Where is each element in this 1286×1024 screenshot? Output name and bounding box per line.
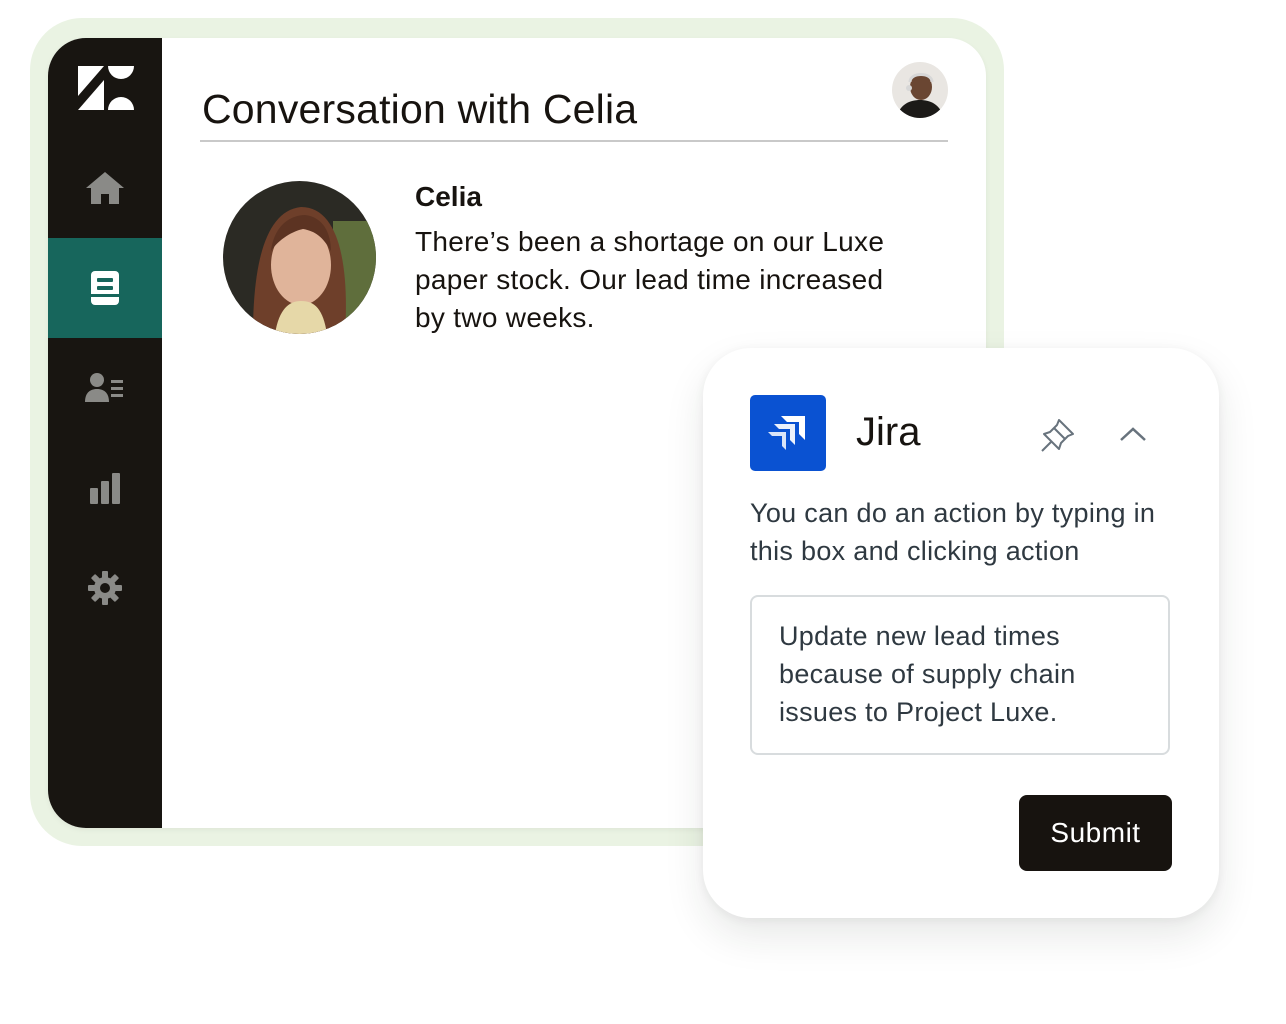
chevron-up-icon[interactable] — [1117, 420, 1149, 448]
stage: Conversation with Celia Celia There’s be… — [0, 0, 1286, 1024]
page-title: Conversation with Celia — [202, 86, 638, 132]
home-icon — [86, 172, 124, 204]
action-textarea-value[interactable]: Update new lead times because of supply … — [779, 617, 1159, 731]
submit-button[interactable]: Submit — [1019, 795, 1172, 871]
nav-item-reporting[interactable] — [48, 438, 162, 538]
jira-help-text: You can do an action by typing in this b… — [750, 498, 1156, 566]
pin-icon[interactable] — [1039, 416, 1077, 454]
tickets-icon — [91, 271, 119, 305]
jira-logo-icon — [750, 395, 826, 471]
conversation-header: Conversation with Celia — [200, 60, 948, 142]
jira-app-panel: Jira You can do an action by typing in t… — [703, 348, 1219, 918]
settings-icon — [88, 571, 122, 605]
message: Celia There’s been a shortage on our Lux… — [223, 181, 923, 341]
customer-avatar[interactable] — [223, 181, 376, 334]
sidebar — [48, 38, 162, 828]
message-text: There’s been a shortage on our Luxe pape… — [415, 226, 885, 333]
agent-avatar-image — [892, 62, 948, 118]
agent-avatar[interactable] — [892, 62, 948, 118]
customer-avatar-image — [223, 181, 376, 334]
nav-item-customers[interactable] — [48, 338, 162, 438]
nav-item-tickets[interactable] — [48, 238, 162, 338]
reporting-icon — [90, 473, 120, 504]
sender-name: Celia — [415, 181, 482, 212]
action-textarea[interactable]: Update new lead times because of supply … — [750, 595, 1170, 755]
zendesk-logo-icon[interactable] — [78, 66, 134, 110]
jira-title: Jira — [856, 410, 921, 454]
nav-item-home[interactable] — [48, 138, 162, 238]
customers-icon — [85, 373, 123, 402]
nav-item-settings[interactable] — [48, 538, 162, 638]
jira-mark-icon — [768, 416, 805, 450]
